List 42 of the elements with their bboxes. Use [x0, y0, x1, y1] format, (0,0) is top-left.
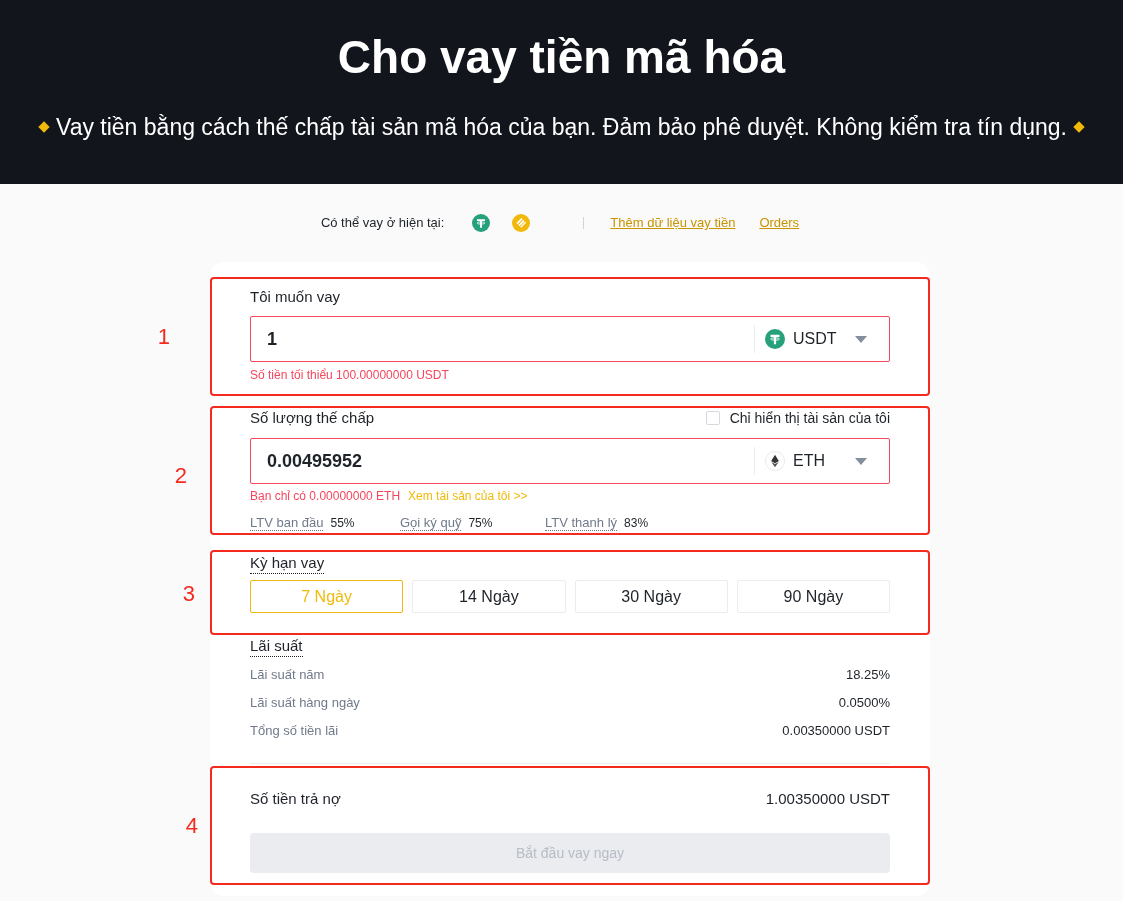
- field-label: Số lượng thế chấp: [250, 408, 375, 428]
- rate-label: Tổng số tiền lãi: [250, 722, 339, 741]
- rate-label: Lãi suất năm: [250, 666, 325, 685]
- term-tab[interactable]: 14 Ngày: [412, 580, 566, 613]
- hero-subtitle: Vay tiền bằng cách thế chấp tài sản mã hóa của bạn. Đảm bảo phê duyệt. Không kiểm tra tín dụng.: [56, 113, 1067, 141]
- ltv-value: 55%: [330, 515, 355, 532]
- ltv-value: 83%: [624, 515, 649, 532]
- ltv-label: LTV thanh lý: [545, 515, 618, 531]
- rate-value: 0.0500%: [838, 694, 890, 713]
- loan-amount-field[interactable]: 1 USDT: [250, 316, 890, 362]
- section-label: Lãi suất: [250, 636, 303, 657]
- term-tab[interactable]: 90 Ngày: [736, 580, 890, 613]
- ltv-label: Gọi ký quỹ: [400, 515, 462, 531]
- section-label: Kỳ hạn vay: [250, 553, 325, 574]
- checkbox[interactable]: [705, 411, 720, 425]
- annotation-number: 1: [157, 324, 170, 350]
- field-label: Tôi muốn vay: [250, 287, 342, 307]
- collateral-amount-field[interactable]: 0.00495952 ETH: [250, 438, 890, 484]
- coin-icon: [765, 329, 785, 349]
- caret-icon: [855, 335, 867, 343]
- annotation-number: 2: [174, 463, 187, 489]
- coin-icon: [512, 214, 531, 232]
- repayment-value: 1.00350000 USDT: [765, 788, 890, 809]
- available-label: Có thể vay ở hiện tại:: [320, 214, 445, 233]
- caret-icon: [855, 457, 867, 465]
- error-message: Bạn chỉ có 0.00000000 ETH: [250, 489, 401, 503]
- ltv-label: LTV ban đầu: [250, 515, 324, 531]
- checkbox-label: Chỉ hiển thị tài sản của tôi: [729, 408, 890, 428]
- term-tab[interactable]: 30 Ngày: [574, 580, 728, 613]
- annotation-number: 4: [185, 813, 198, 839]
- coin-icon: [765, 451, 785, 471]
- ltv-value: 75%: [468, 515, 493, 532]
- currency-select[interactable]: ETH: [765, 446, 867, 476]
- rate-label: Lãi suất hàng ngày: [250, 694, 360, 713]
- page-title: Cho vay tiền mã hóa: [337, 30, 786, 85]
- coin-icon: [472, 214, 491, 232]
- error-message: Số tiền tối thiểu 100.00000000 USDT: [250, 368, 450, 382]
- rate-value: 0.00350000 USDT: [782, 722, 890, 741]
- rate-value: 18.25%: [845, 666, 890, 685]
- currency-select[interactable]: USDT: [765, 324, 867, 354]
- annotation-number: 3: [182, 581, 195, 607]
- repayment-label: Số tiền trả nợ: [250, 788, 341, 809]
